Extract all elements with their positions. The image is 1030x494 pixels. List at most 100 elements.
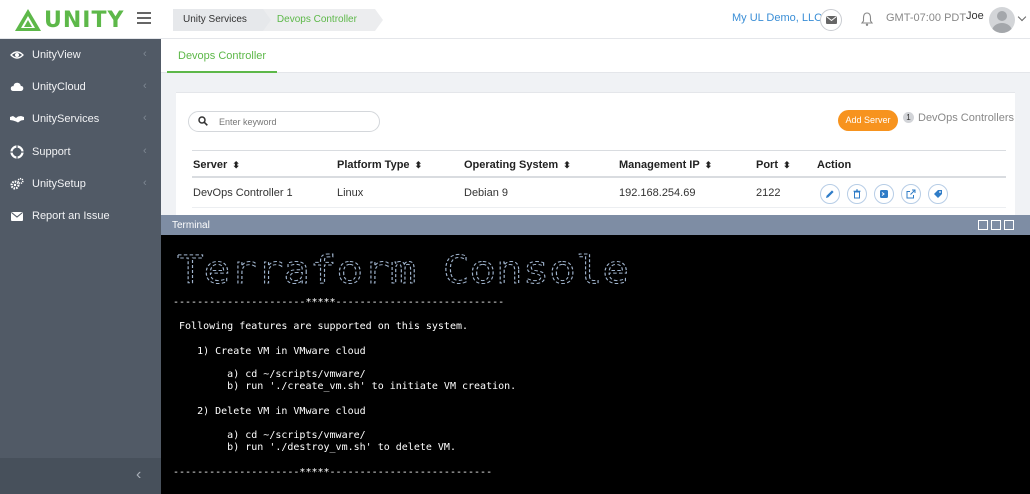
timezone-label: GMT-07:00 PDT [886, 12, 967, 24]
sidebar-footer: ‹ [0, 458, 161, 494]
column-label: Server [193, 159, 228, 171]
column-header-server[interactable]: Server ⬍ [193, 159, 240, 171]
sidebar-item-unityservices[interactable]: UnityServices ‹ [0, 104, 161, 134]
sidebar-item-report-an-issue[interactable]: Report an Issue [0, 201, 161, 231]
terminal-window[interactable]: Terminal Terraform Console -------------… [161, 215, 1030, 494]
bell-icon[interactable] [860, 11, 874, 27]
sidebar-item-support[interactable]: Support ‹ [0, 137, 161, 167]
chevron-left-icon: ‹ [143, 112, 147, 124]
lifebuoy-icon [10, 145, 24, 159]
chevron-down-icon[interactable] [1017, 12, 1027, 22]
sidebar-item-label: UnitySetup [32, 178, 86, 190]
main-content: Devops Controller Add Server 1 DevOps Co… [161, 39, 1030, 215]
tag-button[interactable] [928, 184, 948, 204]
organization-link[interactable]: My UL Demo, LLC [732, 12, 822, 24]
edit-icon [826, 190, 834, 198]
window-controls [978, 220, 1014, 230]
sidebar-item-unitysetup[interactable]: UnitySetup ‹ [0, 169, 161, 199]
terminal-line: b) run './create_vm.sh' to initiate VM c… [173, 381, 517, 392]
envelope-icon [825, 16, 837, 24]
terminal-output[interactable]: Terraform Console ----------------------… [161, 235, 1030, 494]
close-icon[interactable] [1004, 220, 1014, 230]
restore-icon[interactable] [978, 220, 988, 230]
chevron-left-icon: ‹ [143, 177, 147, 189]
column-label: Port [756, 159, 778, 171]
collapse-sidebar-icon[interactable]: ‹ [136, 466, 141, 484]
breadcrumb-item-devops-controller: Devops Controller [262, 9, 384, 31]
column-header-operating-system[interactable]: Operating System ⬍ [464, 159, 571, 171]
unity-logo[interactable]: UNITY [14, 7, 124, 33]
sidebar-item-label: Report an Issue [32, 210, 110, 222]
count-badge: 1 [903, 112, 914, 123]
cloud-icon [10, 82, 24, 91]
search-box [188, 111, 380, 132]
table-header: Server ⬍ Platform Type ⬍ Operating Syste… [192, 150, 1006, 178]
cell-ip: 192.168.254.69 [619, 187, 696, 199]
envelope-icon [11, 212, 23, 221]
cogs-icon [10, 177, 24, 190]
banner-text: Terraform Console [177, 248, 629, 289]
sidebar: UnityView ‹ UnityCloud ‹ UnityServices ‹… [0, 39, 161, 494]
eye-icon [10, 51, 24, 59]
column-label: Management IP [619, 159, 700, 171]
sidebar-item-label: Support [32, 146, 71, 158]
chevron-left-icon: ‹ [143, 48, 147, 60]
search-input[interactable] [219, 115, 369, 129]
cell-server: DevOps Controller 1 [193, 187, 293, 199]
cell-os: Debian 9 [464, 187, 509, 199]
sidebar-item-unitycloud[interactable]: UnityCloud ‹ [0, 72, 161, 102]
column-header-platform-type[interactable]: Platform Type ⬍ [337, 159, 422, 171]
edit-button[interactable] [820, 184, 840, 204]
terminal-line: Following features are supported on this… [173, 321, 469, 332]
sort-icon: ⬍ [232, 160, 240, 170]
column-label: Platform Type [337, 159, 410, 171]
sidebar-item-label: UnityServices [32, 113, 100, 125]
sort-icon: ⬍ [704, 160, 713, 170]
column-label: Operating System [464, 159, 559, 171]
cell-port: 2122 [756, 187, 781, 199]
console-button[interactable] [874, 184, 894, 204]
sort-icon: ⬍ [414, 160, 423, 170]
avatar[interactable] [989, 7, 1015, 33]
logo-text: UNITY [44, 7, 125, 33]
terminal-line: ---------------------*****--------------… [173, 467, 493, 478]
messages-button[interactable] [820, 9, 842, 31]
open-external-button[interactable] [901, 184, 921, 204]
open-external-icon [906, 189, 916, 199]
chevron-left-icon: ‹ [143, 80, 147, 92]
table-row: DevOps Controller 1 Linux Debian 9 192.1… [192, 178, 1006, 208]
terminal-line: ----------------------*****-------------… [173, 297, 505, 308]
column-header-action: Action [817, 159, 852, 171]
sidebar-item-label: UnityCloud [32, 81, 86, 93]
add-server-button[interactable]: Add Server [838, 110, 898, 131]
handshake-icon [10, 116, 24, 123]
sidebar-item-unityview[interactable]: UnityView ‹ [0, 40, 161, 70]
tab-devops-controller[interactable]: Devops Controller [167, 39, 278, 73]
breadcrumb: Unity Services Devops Controller [173, 9, 384, 31]
terminal-line: a) cd ~/scripts/vmware/ [173, 369, 366, 380]
count-label: DevOps Controllers [918, 112, 1014, 124]
console-icon [880, 190, 888, 198]
maximize-icon[interactable] [991, 220, 1001, 230]
user-name[interactable]: Joe [966, 10, 984, 22]
chevron-left-icon: ‹ [143, 145, 147, 157]
menu-toggle-icon[interactable] [137, 12, 151, 24]
delete-button[interactable] [847, 184, 867, 204]
terminal-line: b) run './destroy_vm.sh' to delete VM. [173, 442, 456, 453]
unity-logo-icon [15, 9, 41, 31]
servers-panel: Add Server 1 DevOps Controllers Server ⬍… [176, 92, 1015, 215]
sidebar-item-label: UnityView [32, 49, 81, 61]
breadcrumb-item-unity-services[interactable]: Unity Services [173, 9, 271, 31]
terminal-line: 1) Create VM in VMware cloud [173, 346, 366, 357]
delete-icon [853, 189, 861, 199]
search-icon [198, 116, 208, 126]
terminal-title-bar[interactable]: Terminal [161, 215, 1030, 235]
terminal-line: 2) Delete VM in VMware cloud [173, 406, 366, 417]
column-header-port[interactable]: Port ⬍ [756, 159, 791, 171]
sort-icon: ⬍ [563, 160, 571, 170]
terminal-line: a) cd ~/scripts/vmware/ [173, 430, 366, 441]
top-bar: UNITY Unity Services Devops Controller M… [0, 0, 1030, 39]
tag-icon [934, 190, 942, 198]
column-header-management-ip[interactable]: Management IP ⬍ [619, 159, 712, 171]
terraform-console-banner: Terraform Console [177, 248, 630, 290]
